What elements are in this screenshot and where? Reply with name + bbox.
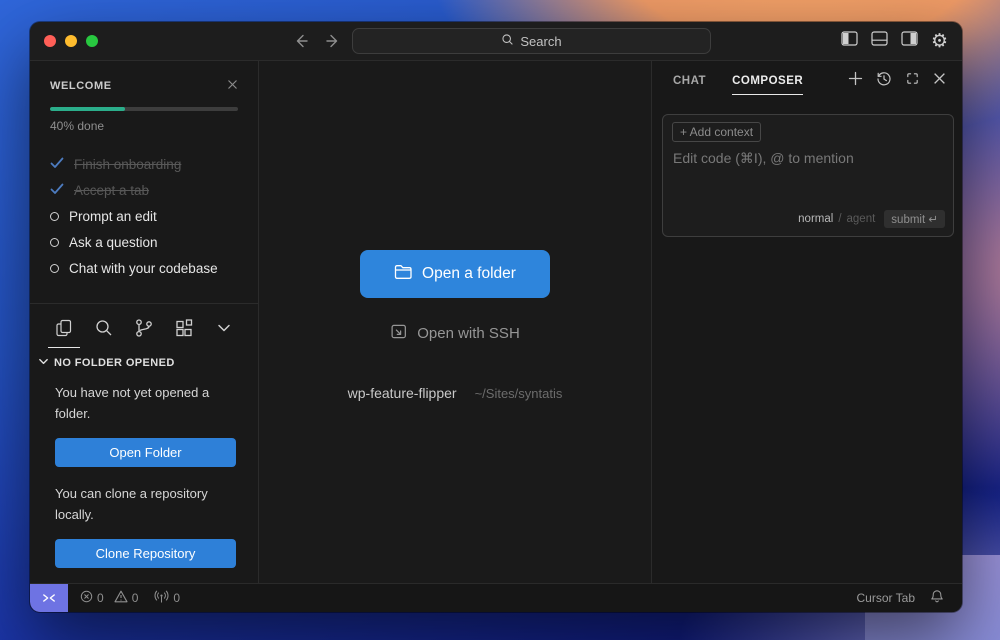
expand-icon[interactable] — [905, 71, 920, 91]
section-chevron-icon — [38, 356, 49, 370]
chevron-down-icon[interactable] — [204, 310, 244, 346]
close-window-button[interactable] — [44, 35, 56, 47]
editor-empty-state: Open a folder Open with SSH wp-feature-f… — [259, 61, 651, 583]
checklist-label: Prompt an edit — [69, 209, 157, 224]
mode-normal-toggle[interactable]: normal — [798, 213, 833, 225]
close-panel-icon[interactable] — [933, 72, 946, 90]
titlebar-actions: ⚙ — [841, 22, 948, 60]
check-icon — [50, 157, 64, 172]
bell-icon[interactable] — [930, 589, 944, 607]
search-sidebar-icon[interactable] — [84, 310, 124, 346]
history-nav — [292, 32, 342, 50]
open-folder-button[interactable]: Open Folder — [55, 438, 236, 467]
composer-input-box[interactable]: + Add context Edit code (⌘I), @ to menti… — [662, 114, 954, 237]
search-input[interactable]: Search — [352, 28, 711, 54]
search-icon — [501, 33, 514, 49]
checklist-item-prompt-an-edit[interactable]: Prompt an edit — [50, 203, 238, 229]
gear-icon[interactable]: ⚙ — [931, 32, 948, 51]
checklist-label: Ask a question — [69, 235, 158, 250]
recent-project-name: wp-feature-flipper — [348, 385, 457, 401]
warning-icon — [114, 590, 128, 606]
chat-panel-header: CHAT COMPOSER — [652, 61, 962, 101]
welcome-title: WELCOME — [50, 80, 112, 92]
folder-icon — [394, 264, 412, 285]
sidebar-divider — [30, 303, 258, 304]
extensions-icon[interactable] — [164, 310, 204, 346]
checklist-label: Finish onboarding — [74, 157, 181, 172]
statusbar-right: Cursor Tab — [857, 589, 962, 607]
toggle-right-panel-icon[interactable] — [901, 31, 918, 51]
recent-project-path: ~/Sites/syntatis — [475, 386, 563, 401]
search-label: Search — [520, 34, 561, 49]
welcome-progress-fill — [50, 107, 125, 111]
chat-panel: CHAT COMPOSER — [651, 61, 962, 583]
chat-panel-actions — [848, 71, 946, 92]
toggle-bottom-panel-icon[interactable] — [871, 31, 888, 51]
sidebar: WELCOME 40% done Finish onboarding — [30, 61, 259, 583]
recent-project-item[interactable]: wp-feature-flipper ~/Sites/syntatis — [348, 385, 563, 401]
circle-icon — [50, 212, 59, 221]
explorer-body: You have not yet opened a folder. Open F… — [30, 370, 258, 583]
composer-placeholder: Edit code (⌘I), @ to mention — [673, 150, 854, 167]
error-count: 0 — [97, 591, 104, 605]
checklist-item-chat-with-codebase[interactable]: Chat with your codebase — [50, 255, 238, 281]
explorer-icon[interactable] — [44, 310, 84, 346]
submit-button[interactable]: submit ↵ — [884, 210, 945, 228]
add-context-chip[interactable]: + Add context — [672, 122, 761, 142]
ports-count: 0 — [173, 591, 180, 605]
history-icon[interactable] — [876, 71, 892, 92]
welcome-panel: WELCOME 40% done Finish onboarding — [30, 61, 258, 304]
problems-indicator[interactable]: 0 0 — [80, 590, 144, 606]
clone-repo-text: You can clone a repository locally. — [55, 483, 236, 525]
mode-agent-toggle[interactable]: agent — [847, 213, 876, 225]
cursor-window: Search ⚙ WELCOME — [30, 22, 962, 612]
checklist-label: Accept a tab — [74, 183, 149, 198]
toggle-left-panel-icon[interactable] — [841, 31, 858, 51]
forward-arrow-icon[interactable] — [324, 32, 342, 50]
ssh-remote-icon — [390, 323, 407, 344]
circle-icon — [50, 238, 59, 247]
circle-icon — [50, 264, 59, 273]
source-control-icon[interactable] — [124, 310, 164, 346]
checklist-item-accept-a-tab[interactable]: Accept a tab — [50, 177, 238, 203]
window-content: WELCOME 40% done Finish onboarding — [30, 60, 962, 583]
tab-chat[interactable]: CHAT — [673, 63, 706, 99]
cursor-tab-status[interactable]: Cursor Tab — [857, 591, 915, 605]
minimize-window-button[interactable] — [65, 35, 77, 47]
titlebar: Search ⚙ — [30, 22, 962, 60]
welcome-progress-label: 40% done — [50, 119, 238, 133]
traffic-lights — [44, 35, 98, 47]
checklist-item-finish-onboarding[interactable]: Finish onboarding — [50, 151, 238, 177]
statusbar: 0 0 0 Cursor Tab — [30, 583, 962, 612]
no-folder-text: You have not yet opened a folder. — [55, 382, 236, 424]
check-icon — [50, 183, 64, 198]
ports-indicator[interactable]: 0 — [154, 590, 180, 606]
composer-footer: normal / agent submit ↵ — [798, 210, 945, 228]
warning-count: 0 — [132, 591, 139, 605]
open-a-folder-button[interactable]: Open a folder — [360, 250, 550, 298]
tab-composer[interactable]: COMPOSER — [732, 63, 803, 99]
open-a-folder-label: Open a folder — [422, 265, 516, 283]
back-arrow-icon[interactable] — [292, 32, 310, 50]
welcome-progress-bar — [50, 107, 238, 111]
checklist-item-ask-a-question[interactable]: Ask a question — [50, 229, 238, 255]
clone-repository-button[interactable]: Clone Repository — [55, 539, 236, 568]
open-with-ssh[interactable]: Open with SSH — [390, 323, 520, 344]
section-title: NO FOLDER OPENED — [54, 357, 175, 369]
new-chat-plus-icon[interactable] — [848, 71, 863, 91]
welcome-close-icon[interactable] — [227, 77, 238, 95]
open-with-ssh-label: Open with SSH — [417, 325, 520, 342]
no-folder-section-header[interactable]: NO FOLDER OPENED — [30, 346, 258, 370]
activity-bar — [30, 310, 258, 346]
welcome-checklist: Finish onboarding Accept a tab Prompt an… — [50, 151, 238, 281]
checklist-label: Chat with your codebase — [69, 261, 218, 276]
broadcast-tower-icon — [154, 590, 169, 606]
maximize-window-button[interactable] — [86, 35, 98, 47]
remote-indicator-button[interactable] — [30, 584, 68, 612]
mode-separator: / — [838, 213, 841, 225]
error-icon — [80, 590, 93, 606]
